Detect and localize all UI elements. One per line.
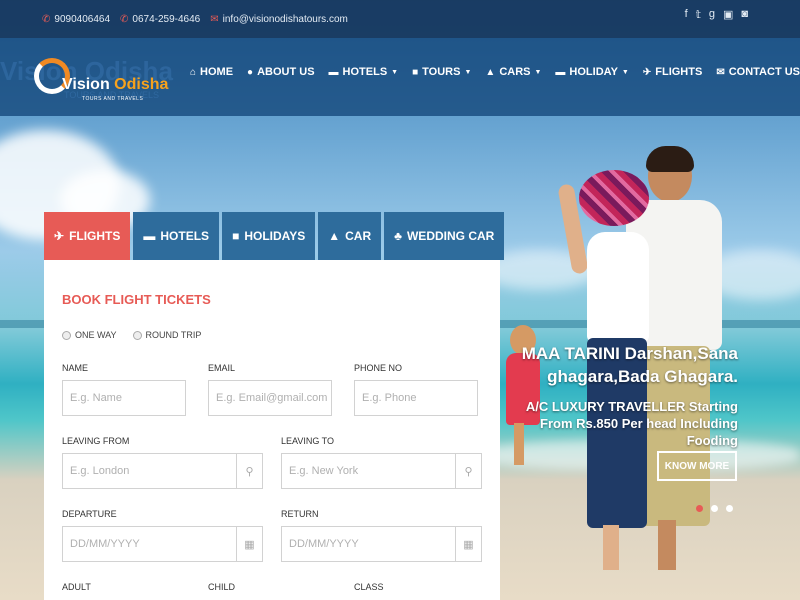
nav-item-contact-us[interactable]: ✉ CONTACT US: [716, 66, 800, 78]
return-label: RETURN: [281, 509, 319, 519]
leaving-from-input[interactable]: E.g. London ⚲: [62, 453, 263, 489]
calendar-icon: ▦: [236, 527, 262, 561]
slider-dots: [696, 505, 733, 512]
caret-down-icon: ▼: [621, 68, 629, 76]
class-label: CLASS: [354, 582, 384, 592]
logo-name: Vision Odisha: [62, 76, 169, 93]
nav-item-home[interactable]: ⌂ HOME: [190, 66, 233, 78]
email-contact[interactable]: ✉ info@visionodishatours.com: [210, 14, 348, 25]
tab-car[interactable]: ▲ CAR: [318, 212, 382, 260]
email-address: info@visionodishatours.com: [222, 14, 348, 25]
booking-tabs: ✈ FLIGHTS ▬ HOTELS ■ HOLIDAYS ▲ CAR ♣ WEDDING…: [44, 212, 505, 270]
leaving-to-label: LEAVING TO: [281, 436, 335, 446]
bed-icon: ▬: [143, 229, 156, 243]
booking-title: BOOK FLIGHT TICKETS: [62, 292, 211, 307]
nav-item-holiday[interactable]: ▬ HOLIDAY ▼: [555, 66, 628, 78]
home-icon: ⌂: [190, 66, 197, 78]
main-navbar: Vision Odisha TOURS AND TRAVELS Vision O…: [0, 38, 800, 116]
nav-item-flights[interactable]: ✈ FLIGHTS: [643, 66, 702, 78]
booking-panel: BOOK FLIGHT TICKETS ONE WAY ROUND TRIP N…: [44, 260, 500, 600]
plane-icon: ✈: [54, 229, 65, 243]
bed-icon: ▬: [328, 66, 339, 78]
nav-item-hotels[interactable]: ▬ HOTELS ▼: [329, 66, 399, 78]
slider-dot[interactable]: [726, 505, 733, 512]
departure-date-input[interactable]: DD/MM/YYYY ▦: [62, 526, 263, 562]
email-input[interactable]: E.g. Email@gmail.com: [208, 380, 332, 416]
user-icon: ●: [247, 66, 254, 78]
caret-down-icon: ▼: [534, 68, 542, 76]
bed-icon: ▬: [555, 66, 566, 78]
phone-contact[interactable]: ✆ 0674-259-4646: [120, 14, 200, 25]
name-label: NAME: [62, 363, 89, 373]
google-plus-icon[interactable]: g: [709, 8, 715, 21]
envelope-icon: ✉: [210, 14, 219, 25]
caret-down-icon: ▼: [391, 68, 399, 76]
tab-wedding-car[interactable]: ♣ WEDDING CAR: [384, 212, 505, 260]
departure-label: DEPARTURE: [62, 509, 117, 519]
slider-dot[interactable]: [711, 505, 718, 512]
leaving-from-label: LEAVING FROM: [62, 436, 130, 446]
youtube-icon[interactable]: ▣: [723, 8, 733, 21]
nav-item-about-us[interactable]: ● ABOUT US: [247, 66, 315, 78]
hero-headline: MAA TARINI Darshan,Sana ghagara,Bada Gha…: [521, 344, 738, 386]
twitter-icon[interactable]: 𝕥: [696, 8, 701, 21]
slider-dot[interactable]: [696, 505, 703, 512]
radio-circle[interactable]: [62, 330, 71, 340]
car-icon: ▲: [485, 66, 496, 78]
map-marker-icon: ⚲: [236, 454, 262, 488]
tab-flights[interactable]: ✈ FLIGHTS: [44, 212, 131, 270]
child-label: CHILD: [208, 582, 236, 592]
phone-number-2: 0674-259-4646: [132, 14, 201, 25]
calendar-icon: ▦: [455, 527, 481, 561]
logo-tagline: TOURS AND TRAVELS: [82, 96, 144, 102]
car-icon: ▲: [328, 229, 341, 243]
phone-icon: ✆: [120, 14, 129, 25]
nav-menu: ⌂ HOME ● ABOUT US ▬ HOTELS ▼ ■ TOURS ▼ ▲ CARS ▼ …: [190, 66, 800, 78]
social-links: f 𝕥 g ▣ ◙: [685, 8, 748, 21]
tab-hotels[interactable]: ▬ HOTELS: [133, 212, 220, 260]
users-icon: ♣: [394, 229, 402, 243]
tab-holidays[interactable]: ■ HOLIDAYS: [222, 212, 316, 260]
instagram-icon[interactable]: ◙: [741, 8, 748, 21]
adult-label: ADULT: [62, 582, 91, 592]
phone-input[interactable]: E.g. Phone: [354, 380, 478, 416]
one-way-radio[interactable]: ONE WAY: [62, 330, 117, 340]
radio-circle[interactable]: [132, 330, 142, 340]
leaving-to-input[interactable]: E.g. New York ⚲: [281, 453, 482, 489]
hero-caption: MAA TARINI Darshan,Sana ghagara,Bada Gha…: [520, 342, 738, 449]
briefcase-icon: ■: [412, 66, 419, 78]
site-logo[interactable]: Vision Odisha TOURS AND TRAVELS: [34, 48, 168, 108]
nav-item-tours[interactable]: ■ TOURS ▼: [412, 66, 471, 78]
plane-icon: ✈: [642, 66, 652, 78]
know-more-button[interactable]: KNOW MORE: [657, 451, 737, 481]
facebook-icon[interactable]: f: [685, 8, 688, 21]
caret-down-icon: ▼: [464, 68, 472, 76]
name-input[interactable]: E.g. Name: [62, 380, 186, 416]
phone-contact[interactable]: ✆ 9090406464: [42, 14, 110, 25]
round-trip-radio[interactable]: ROUND TRIP: [132, 330, 201, 340]
top-contact-bar: ✆ 9090406464 ✆ 0674-259-4646 ✉ info@visi…: [0, 0, 800, 38]
trip-type-options: ONE WAY ROUND TRIP: [62, 330, 201, 340]
return-date-input[interactable]: DD/MM/YYYY ▦: [281, 526, 482, 562]
phone-label: PHONE NO: [354, 363, 403, 373]
email-label: EMAIL: [208, 363, 236, 373]
phone-number-1: 9090406464: [54, 14, 111, 25]
nav-item-cars[interactable]: ▲ CARS ▼: [485, 66, 541, 78]
phone-icon: ✆: [42, 14, 51, 25]
map-marker-icon: ⚲: [455, 454, 481, 488]
contact-info: ✆ 9090406464 ✆ 0674-259-4646 ✉ info@visi…: [42, 14, 348, 25]
hero-description: A/C LUXURY TRAVELLER Starting From Rs.85…: [525, 399, 738, 448]
envelope-icon: ✉: [716, 66, 725, 78]
briefcase-icon: ■: [232, 229, 240, 243]
